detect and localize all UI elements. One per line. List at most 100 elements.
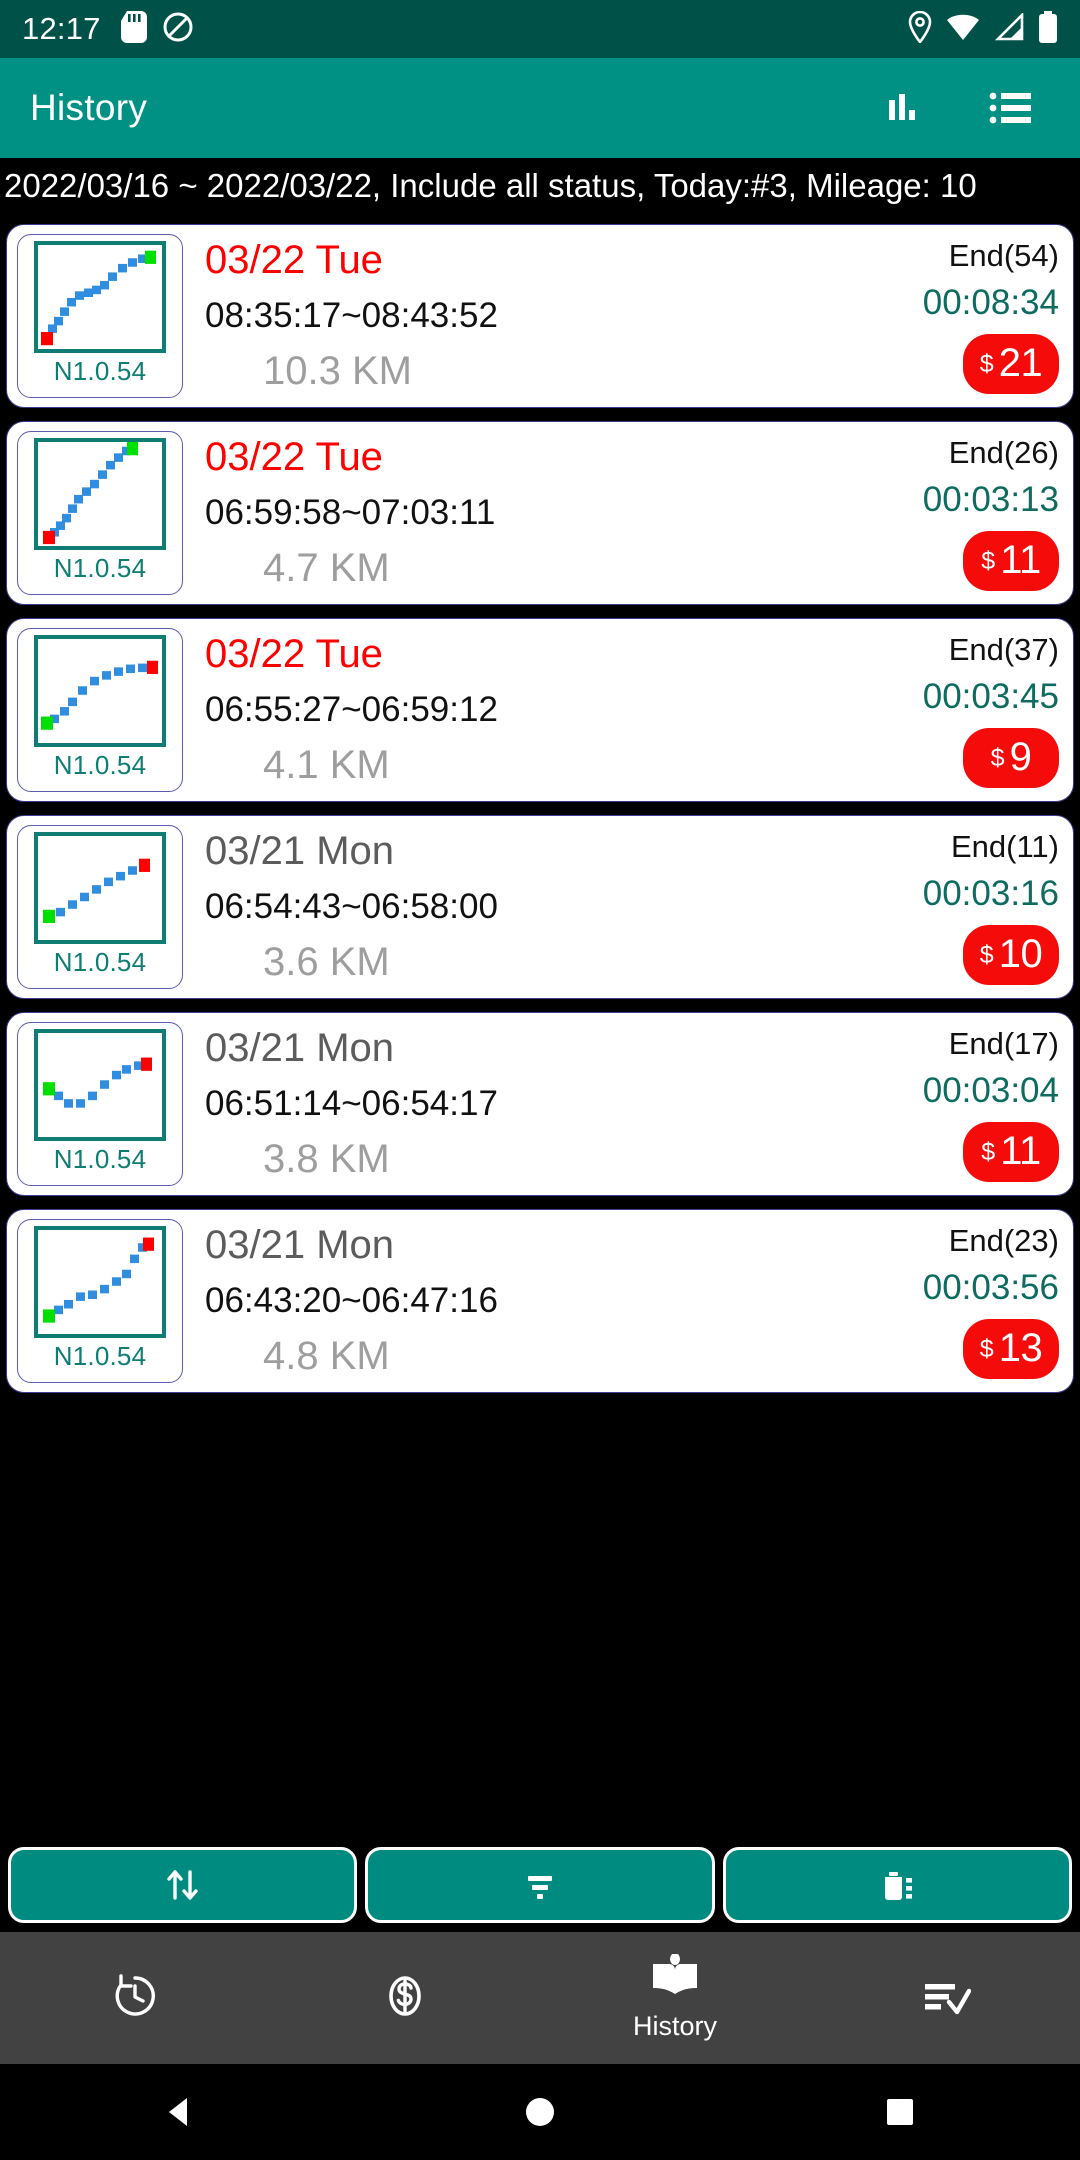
status-bar: 12:17 bbox=[0, 0, 1080, 58]
track-thumbnail[interactable]: N1.0.54 bbox=[17, 1022, 183, 1186]
phone-screen: 12:17 History 2022/03/16 ~ 2022/03/22, I… bbox=[0, 0, 1080, 2160]
card-side-column: End(26) 00:03:13 $ 11 bbox=[846, 431, 1061, 595]
card-side-column: End(17) 00:03:04 $ 11 bbox=[846, 1022, 1061, 1186]
price-badge: $ 13 bbox=[963, 1318, 1059, 1379]
nav-label: History bbox=[632, 2011, 717, 2041]
track-sparkline-icon bbox=[34, 832, 166, 944]
currency-symbol: $ bbox=[981, 1138, 996, 1167]
record-duration: 00:03:13 bbox=[922, 479, 1059, 519]
status-badge: End(23) bbox=[948, 1223, 1059, 1258]
device-version-label: N1.0.54 bbox=[53, 553, 147, 583]
track-sparkline-icon bbox=[34, 1226, 166, 1338]
track-thumbnail[interactable]: N1.0.54 bbox=[17, 628, 183, 792]
status-badge: End(11) bbox=[951, 829, 1059, 864]
history-card[interactable]: N1.0.54 03/22 Tue 06:55:27~06:59:12 4.1 … bbox=[6, 618, 1074, 802]
price-value: 13 bbox=[998, 1326, 1043, 1371]
sort-button[interactable] bbox=[8, 1847, 358, 1923]
price-value: 10 bbox=[998, 932, 1043, 977]
track-thumbnail[interactable]: N1.0.54 bbox=[17, 1219, 183, 1383]
record-distance: 4.8 KM bbox=[263, 1334, 390, 1379]
app-bar: History bbox=[0, 58, 1080, 158]
action-bar bbox=[0, 1840, 1080, 1932]
record-time-range: 06:54:43~06:58:00 bbox=[205, 887, 498, 927]
device-version-label: N1.0.54 bbox=[53, 750, 147, 780]
history-card[interactable]: N1.0.54 03/22 Tue 08:35:17~08:43:52 10.3… bbox=[6, 224, 1074, 408]
history-list[interactable]: N1.0.54 03/22 Tue 08:35:17~08:43:52 10.3… bbox=[0, 224, 1080, 1840]
history-card[interactable]: N1.0.54 03/21 Mon 06:51:14~06:54:17 3.8 … bbox=[6, 1012, 1074, 1196]
currency-symbol: $ bbox=[979, 941, 994, 970]
card-main-column: 03/22 Tue 06:59:58~07:03:11 4.7 KM bbox=[183, 431, 846, 595]
nav-history[interactable]: History bbox=[540, 1932, 810, 2064]
currency-symbol: $ bbox=[979, 350, 994, 379]
nav-tasks[interactable] bbox=[810, 1932, 1080, 2064]
price-value: 11 bbox=[1000, 538, 1041, 583]
app-bar-actions bbox=[874, 80, 1050, 136]
card-main-column: 03/21 Mon 06:51:14~06:54:17 3.8 KM bbox=[183, 1022, 846, 1186]
status-bar-right-icons bbox=[908, 10, 1058, 48]
record-distance: 4.1 KM bbox=[263, 743, 390, 788]
price-value: 21 bbox=[998, 341, 1043, 386]
card-main-column: 03/22 Tue 06:55:27~06:59:12 4.1 KM bbox=[183, 628, 846, 792]
track-sparkline-icon bbox=[34, 1029, 166, 1141]
price-badge: $ 11 bbox=[963, 530, 1059, 591]
book-icon bbox=[649, 1953, 701, 2005]
card-side-column: End(23) 00:03:56 $ 13 bbox=[846, 1219, 1061, 1383]
currency-symbol: $ bbox=[979, 1335, 994, 1364]
chart-icon[interactable] bbox=[874, 80, 930, 136]
record-time-range: 06:55:27~06:59:12 bbox=[205, 690, 498, 730]
record-duration: 00:03:04 bbox=[922, 1070, 1059, 1110]
record-duration: 00:03:45 bbox=[922, 676, 1059, 716]
record-date: 03/21 Mon bbox=[205, 829, 395, 873]
back-button[interactable] bbox=[120, 2082, 240, 2142]
price-badge: $ 11 bbox=[963, 1121, 1059, 1182]
record-duration: 00:08:34 bbox=[922, 282, 1059, 322]
record-date: 03/22 Tue bbox=[205, 238, 383, 282]
summary-marquee[interactable]: 2022/03/16 ~ 2022/03/22, Include all sta… bbox=[0, 158, 1080, 214]
status-badge: End(26) bbox=[948, 435, 1059, 470]
delete-button[interactable] bbox=[722, 1847, 1072, 1923]
record-date: 03/21 Mon bbox=[205, 1026, 395, 1070]
do-not-disturb-icon bbox=[162, 11, 194, 48]
signal-icon bbox=[994, 11, 1024, 46]
record-duration: 00:03:56 bbox=[922, 1267, 1059, 1307]
track-thumbnail[interactable]: N1.0.54 bbox=[17, 234, 183, 398]
track-thumbnail[interactable]: N1.0.54 bbox=[17, 431, 183, 595]
summary-text: 2022/03/16 ~ 2022/03/22, Include all sta… bbox=[4, 167, 977, 204]
list-icon[interactable] bbox=[982, 80, 1038, 136]
track-sparkline-icon bbox=[34, 241, 166, 353]
record-time-range: 08:35:17~08:43:52 bbox=[205, 296, 498, 336]
track-thumbnail[interactable]: N1.0.54 bbox=[17, 825, 183, 989]
recents-button[interactable] bbox=[840, 2082, 960, 2142]
track-sparkline-icon bbox=[34, 438, 166, 550]
currency-symbol: $ bbox=[981, 547, 996, 576]
card-side-column: End(11) 00:03:16 $ 10 bbox=[846, 825, 1061, 989]
dollar-coin-icon bbox=[379, 1970, 431, 2027]
track-sparkline-icon bbox=[34, 635, 166, 747]
filter-button[interactable] bbox=[365, 1847, 715, 1923]
nav-recent[interactable] bbox=[0, 1932, 270, 2064]
record-date: 03/21 Mon bbox=[205, 1223, 395, 1267]
record-date: 03/22 Tue bbox=[205, 632, 383, 676]
price-value: 9 bbox=[1009, 735, 1032, 780]
history-card[interactable]: N1.0.54 03/22 Tue 06:59:58~07:03:11 4.7 … bbox=[6, 421, 1074, 605]
sd-card-icon bbox=[120, 10, 147, 48]
page-title: History bbox=[30, 87, 148, 128]
record-time-range: 06:59:58~07:03:11 bbox=[205, 493, 496, 533]
price-badge: $ 21 bbox=[963, 333, 1059, 394]
checklist-icon bbox=[919, 1972, 972, 2025]
history-card[interactable]: N1.0.54 03/21 Mon 06:54:43~06:58:00 3.6 … bbox=[6, 815, 1074, 999]
status-badge: End(54) bbox=[948, 238, 1059, 273]
record-distance: 3.8 KM bbox=[263, 1137, 390, 1182]
history-card[interactable]: N1.0.54 03/21 Mon 06:43:20~06:47:16 4.8 … bbox=[6, 1209, 1074, 1393]
home-button[interactable] bbox=[480, 2082, 600, 2142]
price-badge: $ 9 bbox=[963, 727, 1059, 788]
record-distance: 10.3 KM bbox=[263, 349, 412, 394]
card-side-column: End(37) 00:03:45 $ 9 bbox=[846, 628, 1061, 792]
record-date: 03/22 Tue bbox=[205, 435, 383, 479]
price-badge: $ 10 bbox=[963, 924, 1059, 985]
device-version-label: N1.0.54 bbox=[53, 1341, 147, 1371]
location-icon bbox=[908, 10, 932, 48]
status-badge: End(37) bbox=[948, 632, 1059, 667]
system-navigation-bar bbox=[0, 2064, 1080, 2160]
nav-income[interactable] bbox=[270, 1932, 540, 2064]
